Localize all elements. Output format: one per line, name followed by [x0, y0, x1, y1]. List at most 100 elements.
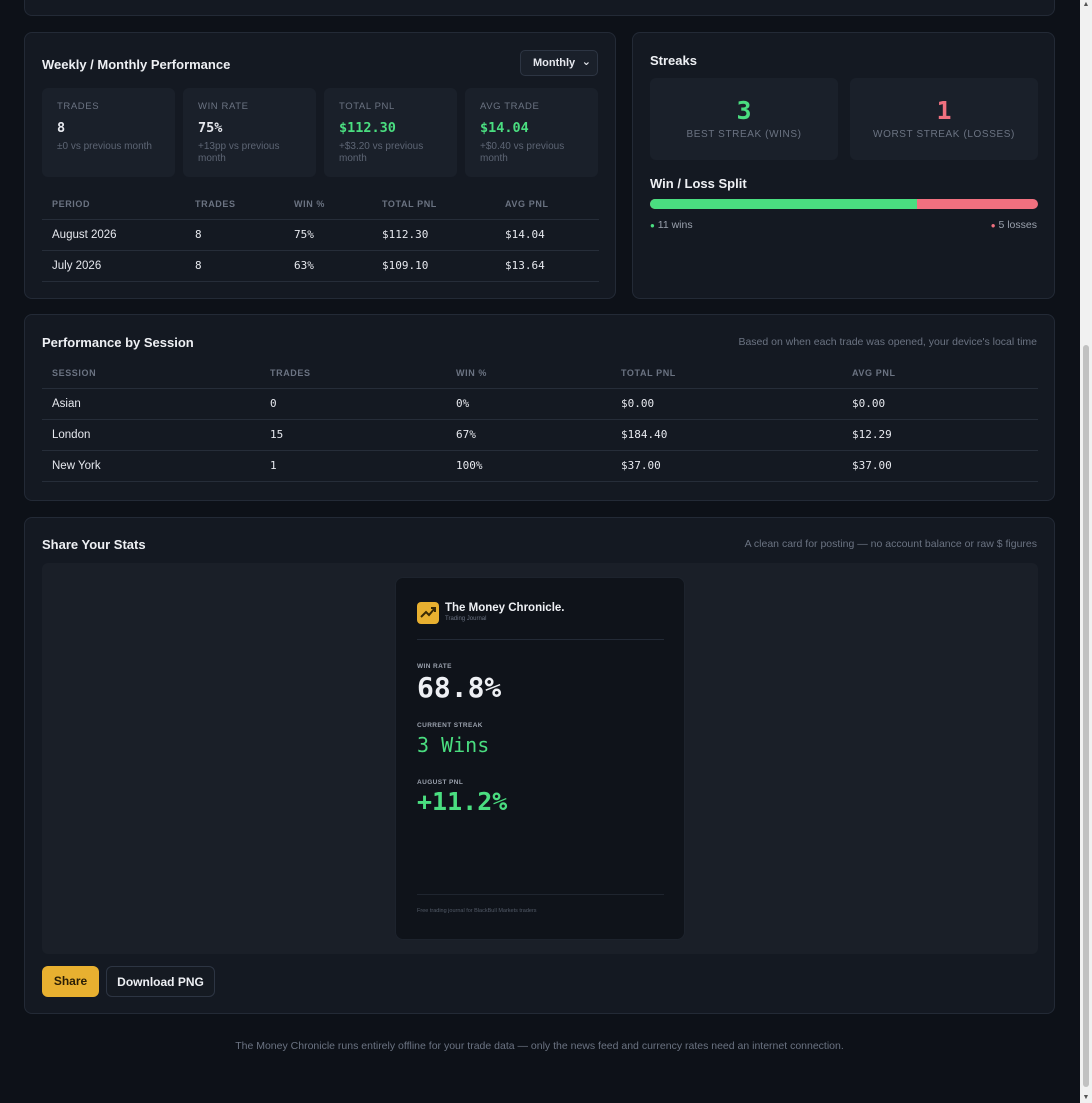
table-row: August 2026 8 75% $112.30 $14.04 [42, 219, 599, 251]
cell-trades: 8 [185, 250, 284, 282]
cell-period: July 2026 [42, 250, 185, 282]
win-loss-bar [650, 199, 1038, 209]
streaks-title: Streaks [650, 53, 697, 68]
stat-sub: ±0 vs previous month [57, 141, 152, 152]
performance-table: PERIOD TRADES WIN % TOTAL PNL AVG PNL Au… [42, 189, 599, 282]
period-select[interactable]: Monthly ⌄ [520, 50, 598, 76]
stat-trades: TRADES 8 ±0 vs previous month [42, 88, 175, 177]
page-scrollbar[interactable]: ▲ ▼ [1080, 0, 1092, 1103]
col-trades: TRADES [185, 189, 284, 220]
stat-sub: +$3.20 vs previous month [339, 141, 424, 164]
share-button[interactable]: Share [42, 966, 99, 997]
stat-value: $14.04 [480, 120, 529, 136]
col-total: TOTAL PNL [611, 358, 842, 389]
worst-streak: 1 WORST STREAK (LOSSES) [850, 78, 1038, 160]
table-row: July 2026 8 63% $109.10 $13.64 [42, 250, 599, 282]
share-note: A clean card for posting — no account ba… [744, 538, 1037, 550]
cell-win: 0% [446, 388, 611, 420]
scroll-down-icon[interactable]: ▼ [1082, 1093, 1090, 1103]
share-title: Share Your Stats [42, 537, 146, 552]
table-header: SESSION TRADES WIN % TOTAL PNL AVG PNL [42, 358, 1038, 389]
cell-total: $0.00 [611, 388, 842, 420]
stat-label: WIN RATE [198, 101, 249, 112]
brand-sub: Trading Journal [445, 616, 487, 622]
stat-value: 8 [57, 120, 66, 136]
stat-avg-trade: AVG TRADE $14.04 +$0.40 vs previous mont… [465, 88, 598, 177]
period-select-value: Monthly [533, 57, 576, 69]
card-win-rate: 68.8% [417, 671, 502, 704]
best-streak-value: 3 [736, 96, 752, 125]
cell-win: 100% [446, 450, 611, 482]
table-row: Asian 0 0% $0.00 $0.00 [42, 388, 1038, 420]
cell-avg: $14.04 [495, 219, 599, 251]
cell-session: New York [42, 450, 260, 482]
cell-period: August 2026 [42, 219, 185, 251]
cell-win: 63% [284, 250, 372, 282]
session-card: Performance by Session Based on when eac… [24, 314, 1055, 501]
cell-win: 67% [446, 419, 611, 451]
session-title: Performance by Session [42, 335, 194, 350]
card-pnl: +11.2% [417, 787, 508, 816]
col-win: WIN % [446, 358, 611, 389]
stat-sub: +$0.40 vs previous month [480, 141, 565, 164]
footer-note: The Money Chronicle runs entirely offlin… [235, 1040, 844, 1052]
stat-sub: +13pp vs previous month [198, 141, 280, 164]
chevron-down-icon: ⌄ [581, 56, 591, 68]
stat-value: 75% [198, 120, 223, 136]
scroll-up-icon[interactable]: ▲ [1082, 0, 1090, 10]
cell-total: $112.30 [372, 219, 495, 251]
cell-avg: $12.29 [842, 419, 1038, 451]
stat-label: AVG TRADE [480, 101, 540, 112]
cell-session: London [42, 419, 260, 451]
col-total: TOTAL PNL [372, 189, 495, 220]
brand-logo-icon [417, 602, 439, 624]
col-session: SESSION [42, 358, 260, 389]
cell-avg: $13.64 [495, 250, 599, 282]
cell-total: $109.10 [372, 250, 495, 282]
cell-total: $37.00 [611, 450, 842, 482]
loss-dot-icon: ● [990, 221, 996, 230]
card-footer-divider [417, 894, 664, 895]
win-dot-icon: ● [650, 221, 655, 230]
wins-label: 11 wins [657, 219, 693, 231]
stat-label: TRADES [57, 101, 100, 112]
table-row: New York 1 100% $37.00 $37.00 [42, 450, 1038, 482]
card-divider [417, 639, 664, 640]
card-streak-label: CURRENT STREAK [417, 722, 483, 729]
card-streak: 3 Wins [417, 733, 490, 757]
col-period: PERIOD [42, 189, 185, 220]
share-card-preview: The Money Chronicle. Trading Journal WIN… [395, 577, 685, 940]
performance-title: Weekly / Monthly Performance [42, 57, 231, 72]
stat-value: $112.30 [339, 120, 396, 136]
cell-trades: 0 [260, 388, 446, 420]
best-streak: 3 BEST STREAK (WINS) [650, 78, 838, 160]
stat-total-pnl: TOTAL PNL $112.30 +$3.20 vs previous mon… [324, 88, 457, 177]
brand-name: The Money Chronicle. [445, 602, 565, 614]
worst-streak-value: 1 [936, 96, 952, 125]
download-png-button[interactable]: Download PNG [106, 966, 215, 997]
card-pnl-label: AUGUST PNL [417, 779, 464, 786]
cell-session: Asian [42, 388, 260, 420]
wins-legend: ● 11 wins [650, 219, 693, 231]
scroll-thumb[interactable] [1083, 345, 1089, 1087]
table-row: London 15 67% $184.40 $12.29 [42, 419, 1038, 451]
streaks-card: Streaks 3 BEST STREAK (WINS) 1 WORST STR… [632, 32, 1055, 299]
win-fill [650, 199, 917, 209]
cell-avg: $0.00 [842, 388, 1038, 420]
best-streak-label: BEST STREAK (WINS) [686, 129, 802, 140]
performance-card: Weekly / Monthly Performance Monthly ⌄ T… [24, 32, 616, 299]
share-preview-area: The Money Chronicle. Trading Journal WIN… [42, 563, 1038, 954]
losses-legend: ● 5 losses [991, 219, 1037, 231]
share-card: Share Your Stats A clean card for postin… [24, 517, 1055, 1014]
cell-trades: 15 [260, 419, 446, 451]
card-win-rate-label: WIN RATE [417, 663, 452, 670]
cell-win: 75% [284, 219, 372, 251]
cell-total: $184.40 [611, 419, 842, 451]
stat-label: TOTAL PNL [339, 101, 395, 112]
stat-win-rate: WIN RATE 75% +13pp vs previous month [183, 88, 316, 177]
col-avg: AVG PNL [495, 189, 599, 220]
col-avg: AVG PNL [842, 358, 1038, 389]
col-win: WIN % [284, 189, 372, 220]
cell-avg: $37.00 [842, 450, 1038, 482]
table-header: PERIOD TRADES WIN % TOTAL PNL AVG PNL [42, 189, 599, 220]
